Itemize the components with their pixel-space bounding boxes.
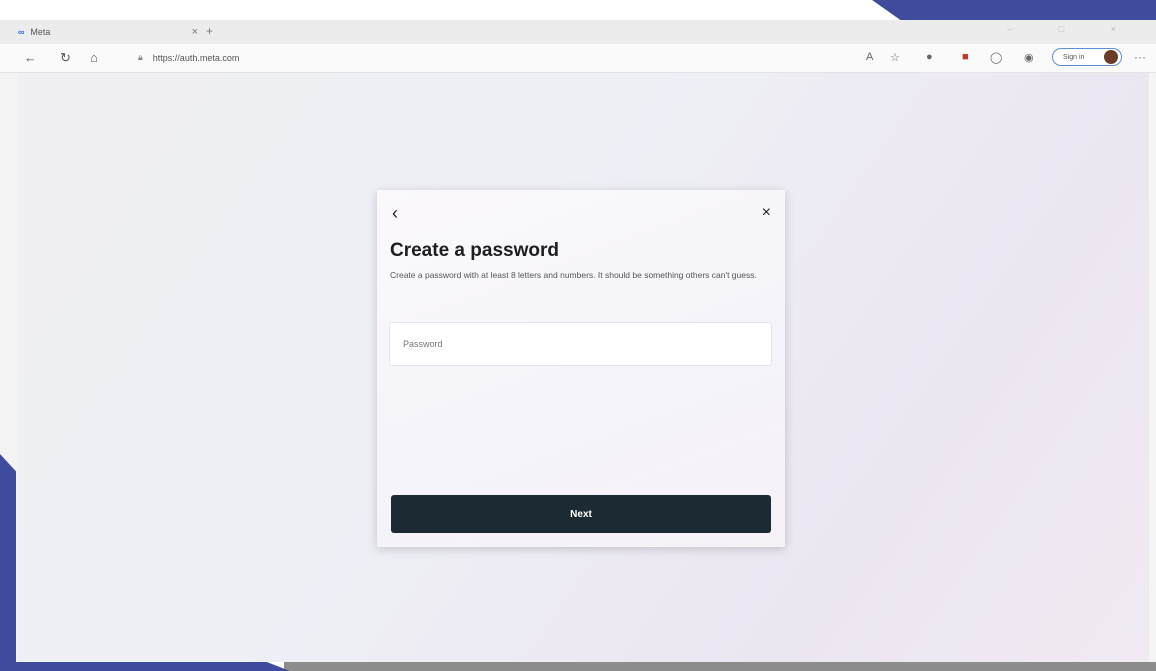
- refresh-icon[interactable]: ↻: [60, 50, 71, 66]
- decorative-band-bottom: [0, 662, 290, 671]
- more-options-icon[interactable]: ···: [1134, 50, 1146, 64]
- address-bar[interactable]: 🔒︎ https://auth.meta.com: [138, 52, 239, 63]
- dialog-description: Create a password with at least 8 letter…: [390, 270, 757, 280]
- scrollbar[interactable]: [1149, 73, 1156, 662]
- avatar: [1104, 50, 1118, 64]
- decorative-band-bottom-gray: [284, 662, 1156, 671]
- browser-essentials-icon[interactable]: ◉: [1024, 51, 1034, 64]
- tab-close-icon[interactable]: ×: [192, 26, 198, 38]
- sign-in-label: Sign in: [1063, 53, 1085, 61]
- browser-toolbar: ← ↻ ⌂ 🔒︎ https://auth.meta.com A ☆ ● ■ ◯…: [0, 44, 1156, 73]
- password-input[interactable]: [389, 322, 772, 366]
- meta-favicon-icon: ∞: [18, 27, 25, 37]
- tab-title: Meta: [30, 27, 51, 37]
- next-button[interactable]: Next: [391, 495, 771, 533]
- decorative-band-left: [0, 454, 16, 671]
- create-password-dialog: ‹ × Create a password Create a password …: [377, 190, 785, 547]
- tab-meta[interactable]: ∞ Meta ×: [18, 20, 198, 44]
- read-aloud-icon[interactable]: A: [866, 51, 873, 63]
- favorite-icon[interactable]: ☆: [890, 51, 900, 64]
- url-text: https://auth.meta.com: [152, 52, 240, 63]
- lock-icon: 🔒︎: [138, 52, 143, 62]
- new-tab-icon[interactable]: +: [206, 24, 213, 38]
- dialog-title: Create a password: [390, 240, 559, 261]
- extension-red-icon[interactable]: ■: [962, 51, 969, 63]
- extension-icon[interactable]: ●: [926, 51, 933, 63]
- close-icon[interactable]: ×: [762, 204, 771, 222]
- home-icon[interactable]: ⌂: [90, 50, 98, 65]
- tab-bar: ∞ Meta × + – □ ×: [0, 20, 1156, 44]
- sign-in-button[interactable]: Sign in: [1052, 48, 1122, 66]
- back-arrow-icon[interactable]: ←: [24, 50, 37, 65]
- back-chevron-icon[interactable]: ‹: [392, 203, 398, 224]
- window-controls[interactable]: – □ ×: [1007, 24, 1138, 34]
- decorative-band-top: [872, 0, 1156, 20]
- collections-icon[interactable]: ◯: [990, 51, 1002, 64]
